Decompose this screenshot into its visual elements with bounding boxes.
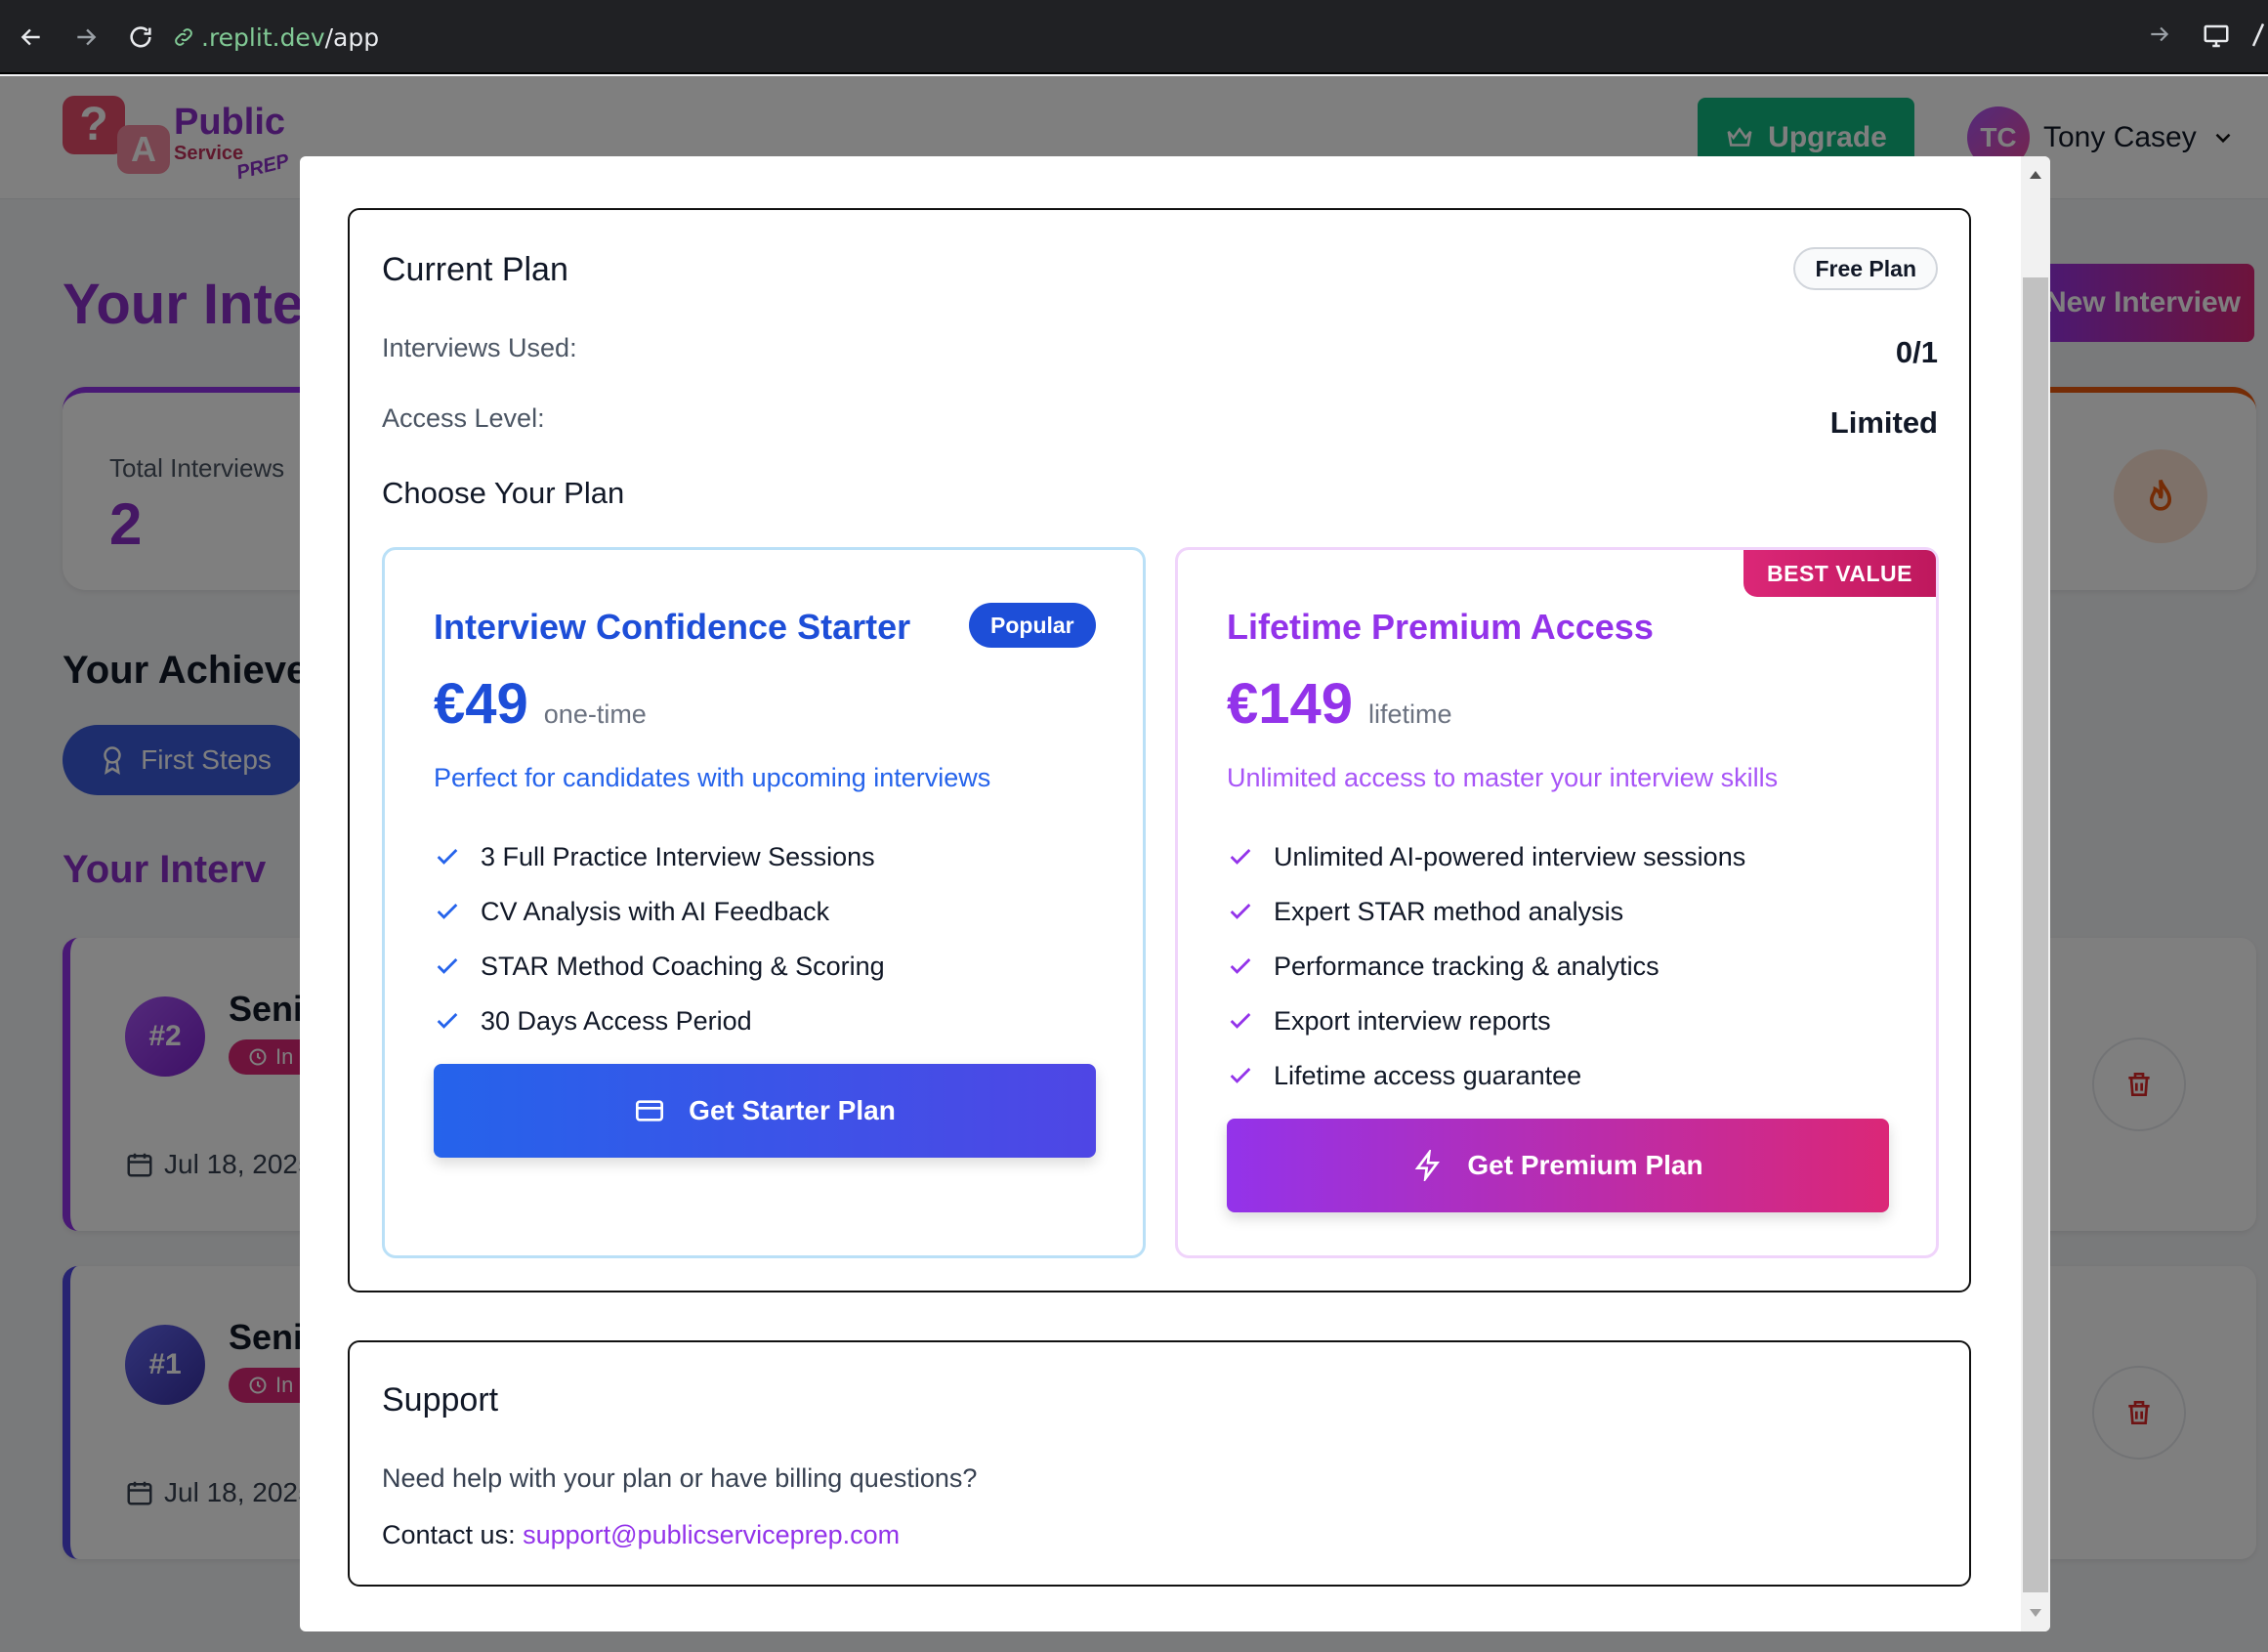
credit-card-icon bbox=[636, 1100, 664, 1122]
feature-text: CV Analysis with AI Feedback bbox=[481, 896, 830, 926]
support-email-link[interactable]: support@publicserviceprep.com bbox=[523, 1520, 900, 1549]
current-plan-panel: Current Plan Free Plan Interviews Used: … bbox=[348, 208, 1971, 1292]
plan-card-premium: BEST VALUE Lifetime Premium Access €149 … bbox=[1175, 547, 1939, 1258]
address-bar[interactable]: .replit.dev/app bbox=[172, 16, 379, 59]
support-text: Need help with your plan or have billing… bbox=[382, 1463, 978, 1493]
plan-price: €49 one-time bbox=[434, 671, 647, 737]
price-period: lifetime bbox=[1368, 699, 1452, 729]
plan-name: Interview Confidence Starter bbox=[434, 607, 911, 647]
plan-description: Unlimited access to master your intervie… bbox=[1227, 763, 1779, 792]
plan-card-starter: Interview Confidence Starter Popular €49… bbox=[382, 547, 1146, 1258]
check-icon bbox=[1230, 1013, 1251, 1029]
extension-icon[interactable] bbox=[2248, 21, 2268, 56]
feature-item: STAR Method Coaching & Scoring bbox=[434, 939, 885, 994]
forward-icon[interactable] bbox=[70, 21, 102, 53]
feature-text: STAR Method Coaching & Scoring bbox=[481, 951, 885, 981]
feature-item: Lifetime access guarantee bbox=[1227, 1048, 1745, 1103]
feature-item: Unlimited AI-powered interview sessions bbox=[1227, 829, 1745, 884]
access-level-label: Access Level: bbox=[382, 403, 545, 433]
support-contact: Contact us: support@publicserviceprep.co… bbox=[382, 1520, 900, 1550]
price-amount: €149 bbox=[1227, 672, 1354, 736]
feature-item: Performance tracking & analytics bbox=[1227, 939, 1745, 994]
interviews-used-value: 0/1 bbox=[1895, 335, 1938, 369]
button-label: Get Premium Plan bbox=[1467, 1150, 1703, 1180]
feature-text: Export interview reports bbox=[1274, 1005, 1551, 1036]
check-icon bbox=[1230, 958, 1251, 974]
feature-text: 3 Full Practice Interview Sessions bbox=[481, 841, 875, 871]
scroll-down-icon[interactable] bbox=[2025, 1602, 2046, 1624]
check-icon bbox=[437, 904, 458, 919]
price-period: one-time bbox=[543, 699, 647, 729]
contact-label: Contact us: bbox=[382, 1520, 516, 1549]
feature-item: 3 Full Practice Interview Sessions bbox=[434, 829, 885, 884]
interviews-used-label: Interviews Used: bbox=[382, 333, 577, 362]
support-panel: Support Need help with your plan or have… bbox=[348, 1340, 1971, 1587]
monitor-icon[interactable] bbox=[2202, 21, 2231, 56]
popular-badge: Popular bbox=[969, 603, 1096, 648]
scrollbar-thumb[interactable] bbox=[2023, 277, 2048, 1592]
feature-list: 3 Full Practice Interview Sessions CV An… bbox=[434, 829, 885, 1048]
plan-description: Perfect for candidates with upcoming int… bbox=[434, 763, 991, 792]
feature-item: CV Analysis with AI Feedback bbox=[434, 884, 885, 939]
feature-item: 30 Days Access Period bbox=[434, 994, 885, 1048]
check-icon bbox=[437, 1013, 458, 1029]
browser-toolbar: .replit.dev/app bbox=[0, 0, 2268, 74]
access-level-value: Limited bbox=[1829, 405, 1938, 440]
link-icon bbox=[175, 28, 192, 46]
feature-text: Performance tracking & analytics bbox=[1274, 951, 1659, 981]
url-path: /app bbox=[324, 22, 380, 52]
get-premium-plan-button[interactable]: Get Premium Plan bbox=[1227, 1119, 1889, 1212]
check-icon bbox=[1230, 1068, 1251, 1083]
plan-badge: Free Plan bbox=[1793, 247, 1938, 290]
choose-plan-heading: Choose Your Plan bbox=[382, 476, 625, 510]
current-plan-title: Current Plan bbox=[382, 251, 568, 288]
feature-text: Unlimited AI-powered interview sessions bbox=[1274, 841, 1746, 871]
back-icon[interactable] bbox=[16, 21, 47, 53]
lightning-icon bbox=[1415, 1150, 1441, 1181]
button-label: Get Starter Plan bbox=[689, 1095, 896, 1125]
share-arrow-icon[interactable] bbox=[2147, 21, 2172, 52]
check-icon bbox=[1230, 849, 1251, 865]
scroll-up-icon[interactable] bbox=[2025, 164, 2046, 186]
upgrade-modal: Current Plan Free Plan Interviews Used: … bbox=[300, 156, 2050, 1631]
plan-name: Lifetime Premium Access bbox=[1227, 607, 1654, 647]
check-icon bbox=[437, 958, 458, 974]
feature-text: Lifetime access guarantee bbox=[1274, 1060, 1582, 1090]
feature-text: Expert STAR method analysis bbox=[1274, 896, 1624, 926]
get-starter-plan-button[interactable]: Get Starter Plan bbox=[434, 1064, 1096, 1158]
feature-list: Unlimited AI-powered interview sessions … bbox=[1227, 829, 1745, 1103]
feature-text: 30 Days Access Period bbox=[481, 1005, 752, 1036]
price-amount: €49 bbox=[434, 672, 528, 736]
reload-icon[interactable] bbox=[125, 21, 156, 53]
feature-item: Export interview reports bbox=[1227, 994, 1745, 1048]
feature-item: Expert STAR method analysis bbox=[1227, 884, 1745, 939]
url-host: .replit.dev bbox=[201, 22, 325, 52]
plan-price: €149 lifetime bbox=[1227, 671, 1452, 737]
support-title: Support bbox=[382, 1381, 499, 1419]
best-value-badge: BEST VALUE bbox=[1743, 550, 1936, 597]
check-icon bbox=[437, 849, 458, 865]
check-icon bbox=[1230, 904, 1251, 919]
